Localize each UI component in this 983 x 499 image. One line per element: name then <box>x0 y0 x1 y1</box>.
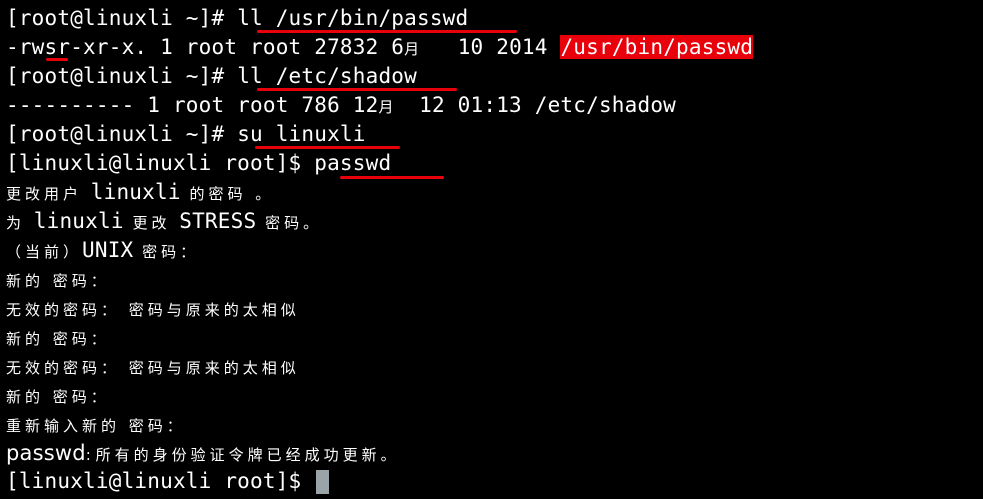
command-text: ll /usr/bin/passwd <box>237 6 469 30</box>
terminal-line-9: （当前）UNIX 密码： <box>6 238 200 262</box>
terminal-line-17[interactable]: [linuxli@linuxli root]$ <box>6 467 330 496</box>
command-text: ll /etc/shadow <box>237 64 417 88</box>
command-text: passwd <box>314 151 392 175</box>
highlighted-path: /usr/bin/passwd <box>560 35 754 59</box>
shell-prompt: [root@linuxli ~]# <box>6 6 238 30</box>
command-text: su linuxli <box>237 122 366 146</box>
shell-prompt: [root@linuxli ~]# <box>6 122 238 146</box>
terminal-line-16: passwd: 所有的身份验证令牌已经成功更新。 <box>6 441 400 465</box>
terminal-line-3: [root@linuxli ~]# ll /etc/shadow <box>6 62 417 91</box>
red-underline-annotation-s <box>46 58 68 61</box>
terminal-line-8: 为 linuxli 更改 STRESS 密码。 <box>6 209 323 233</box>
terminal-line-5: [root@linuxli ~]# su linuxli <box>6 120 366 149</box>
terminal-line-7: 更改用户 linuxli 的密码 。 <box>6 180 275 204</box>
red-underline-annotation <box>340 176 444 179</box>
terminal-line-15: 重新输入新的 密码： <box>6 417 186 435</box>
terminal-line-13: 无效的密码： 密码与原来的太相似 <box>6 359 300 377</box>
text-cursor <box>316 470 330 494</box>
terminal-window[interactable]: [root@linuxli ~]# ll /usr/bin/passwd -rw… <box>0 0 983 499</box>
terminal-line-11: 无效的密码： 密码与原来的太相似 <box>6 301 300 319</box>
terminal-line-4: ---------- 1 root root 786 12月 12 01:13 … <box>6 93 677 117</box>
terminal-line-2: -rwsr-xr-x. 1 root root 27832 6月 10 2014… <box>6 35 754 59</box>
terminal-line-6: [linuxli@linuxli root]$ passwd <box>6 149 391 178</box>
terminal-line-14: 新的 密码： <box>6 388 110 406</box>
permission-string: -rwsr-xr-x. <box>6 35 148 59</box>
terminal-line-12: 新的 密码： <box>6 330 110 348</box>
terminal-line-10: 新的 密码： <box>6 272 110 290</box>
shell-prompt: [linuxli@linuxli root]$ <box>6 469 315 493</box>
terminal-line-1: [root@linuxli ~]# ll /usr/bin/passwd <box>6 4 468 33</box>
shell-prompt: [root@linuxli ~]# <box>6 64 238 88</box>
shell-prompt: [linuxli@linuxli root]$ <box>6 151 315 175</box>
